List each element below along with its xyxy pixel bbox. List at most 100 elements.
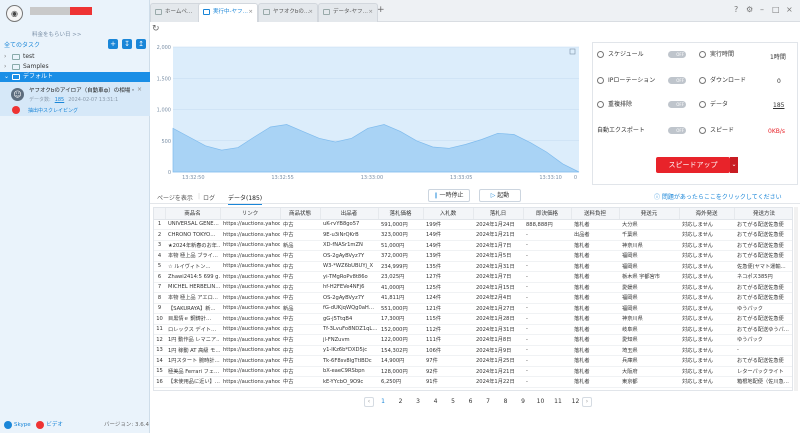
- table-row[interactable]: 9 【SAKURAYA】新… https://auctions.yahoo… 新品 fG…: [154, 303, 792, 314]
- close-window-icon[interactable]: ×: [786, 5, 793, 14]
- table-row[interactable]: 2 CHRONO TOKYO… https://auctions.yahoo… 中古 9…: [154, 229, 792, 241]
- table-row[interactable]: 7 MICHEL HERBELIN… https://auctions.yahoo……: [154, 282, 792, 293]
- download-row: ダウンロード: [699, 68, 746, 94]
- column-header[interactable]: 落札価格: [378, 208, 424, 220]
- refresh-icon[interactable]: ↻: [152, 24, 160, 34]
- column-header[interactable]: 発送元: [619, 208, 680, 220]
- all-tasks-label[interactable]: 全てのタスク: [4, 40, 40, 49]
- table-cell: 中古: [280, 313, 320, 325]
- skype-link[interactable]: Skype: [14, 422, 31, 428]
- table-cell: 中古: [280, 334, 320, 346]
- table-cell: 対応しません: [679, 219, 734, 230]
- table-row[interactable]: 8 本物 極上品 アエロ… https://auctions.yahoo… 中古 OS-…: [154, 292, 792, 304]
- video-link[interactable]: ビデオ: [46, 422, 63, 428]
- page-number[interactable]: 4: [431, 398, 441, 405]
- page-number[interactable]: 2: [396, 398, 406, 405]
- help-icon[interactable]: ?: [734, 5, 738, 14]
- ip-rotation-toggle[interactable]: OFF: [668, 77, 686, 84]
- help-link[interactable]: ⓘ 問題があったらここをクリックしてください: [654, 192, 782, 201]
- table-row[interactable]: 4 本物 極上品 ブライ… https://auctions.yahoo… 中古 OS-…: [154, 250, 792, 262]
- table-row[interactable]: 10 目黒情ｅ 鋼鋳計… https://auctions.yahoo… 中古 gG-j…: [154, 313, 792, 325]
- dedup-toggle[interactable]: OFF: [668, 101, 686, 108]
- table-row[interactable]: 11 ロレックス デイト… https://auctions.yahoo… 中古 Tf-…: [154, 324, 792, 335]
- import-icon[interactable]: ↧: [122, 39, 132, 49]
- pause-button[interactable]: ∥ 一時停止: [428, 189, 470, 202]
- page-number[interactable]: 5: [448, 398, 458, 405]
- table-cell: https://auctions.yahoo…: [220, 324, 280, 335]
- column-header[interactable]: 即決価格: [523, 208, 572, 220]
- close-icon[interactable]: ×: [248, 4, 253, 21]
- column-header[interactable]: 送料負担: [571, 208, 620, 220]
- column-header[interactable]: 落札日: [473, 208, 524, 220]
- page-number[interactable]: 1: [378, 398, 388, 405]
- robot-icon: ☺: [11, 88, 24, 101]
- page-number[interactable]: 8: [501, 398, 511, 405]
- close-icon[interactable]: ×: [368, 4, 373, 21]
- table-cell: 9E-u3iNrQKrB: [320, 229, 378, 241]
- table-cell: 対応しません: [679, 292, 734, 304]
- page-number[interactable]: 9: [518, 398, 528, 405]
- page-number[interactable]: 12: [571, 398, 581, 405]
- chevron-down-icon[interactable]: ⌄: [730, 157, 738, 173]
- close-icon[interactable]: ×: [137, 86, 142, 93]
- page-number[interactable]: 11: [553, 398, 563, 405]
- table-cell: 41,000円: [378, 282, 423, 293]
- table-cell: y1-lKz6b*DXD5jc: [320, 345, 378, 356]
- table-row[interactable]: 6 Zhawi2414:5 699 g… https://auctions.yaho…: [154, 271, 792, 283]
- table-row[interactable]: 5 ☆ ルイヴィトン… https://auctions.yahoo… 中古 W3-*W…: [154, 261, 792, 272]
- tab-running[interactable]: 実行中-ヤフ… ×: [198, 3, 258, 22]
- data-value[interactable]: 185: [773, 102, 784, 109]
- speed-up-button[interactable]: スピードアップ: [656, 157, 730, 173]
- table-cell: https://auctions.yahoo…: [220, 240, 280, 251]
- minimize-icon[interactable]: –: [760, 5, 764, 14]
- task-data-count[interactable]: 185: [55, 97, 65, 103]
- page-number[interactable]: 10: [536, 398, 546, 405]
- table-row[interactable]: 1 UNIVERSAL GENE… https://auctions.yahoo… 中…: [154, 219, 792, 230]
- table-row[interactable]: 15 極美品 Ferrari フェ… https://auctions.yahoo……: [154, 366, 792, 377]
- table-row[interactable]: 12 1円 動作品 レマニア… https://auctions.yahoo… 中古 j…: [154, 334, 792, 346]
- column-header[interactable]: 出品者: [320, 208, 379, 220]
- speedometer-icon: [699, 127, 706, 134]
- page-number[interactable]: 7: [483, 398, 493, 405]
- table-cell: https://auctions.yahoo…: [220, 282, 280, 293]
- upgrade-link[interactable]: 料金をもらい日 >>: [32, 30, 81, 38]
- table-cell: OS-2gAyBVyz7Y: [320, 292, 378, 304]
- close-icon[interactable]: ×: [308, 4, 313, 21]
- table-row[interactable]: 16 【未使用品に近い】… https://auctions.yahoo… 中古 kE-…: [154, 376, 792, 388]
- column-header[interactable]: 商品名: [165, 208, 221, 220]
- column-header[interactable]: リンク: [220, 208, 281, 220]
- table-row[interactable]: 3 ★2024年新春のお年… https://auctions.yahoo… 新品 XD…: [154, 240, 792, 251]
- column-header[interactable]: 発送方法: [734, 208, 792, 220]
- export-icon[interactable]: ↥: [136, 39, 146, 49]
- tree-item-samples[interactable]: › Samples: [0, 62, 150, 72]
- task-title[interactable]: ヤフオクbのアイロア（自動車ф）の相場・…: [29, 86, 134, 94]
- table-row[interactable]: 14 1円スタート 腕時計… https://auctions.yahoo… 中古 Tk…: [154, 355, 792, 367]
- start-button[interactable]: ▷ 起動: [479, 189, 521, 202]
- vertical-scrollbar[interactable]: [794, 207, 798, 391]
- auto-export-toggle[interactable]: OFF: [668, 127, 686, 134]
- page-number[interactable]: 3: [413, 398, 423, 405]
- data-tab[interactable]: データ(185): [228, 193, 263, 205]
- prev-page-button[interactable]: ‹: [364, 397, 374, 407]
- table-row[interactable]: 13 1円 稼動 AT 高級 モ… https://auctions.yahoo… 中…: [154, 345, 792, 356]
- tree-item-test[interactable]: › test: [0, 52, 150, 62]
- schedule-toggle[interactable]: OFF: [668, 51, 686, 58]
- table-cell: 2024年1月7日: [473, 240, 523, 251]
- show-page-tab[interactable]: ページを表示: [157, 193, 193, 202]
- tree-item-default[interactable]: ⌄ デフォルト: [0, 72, 150, 82]
- column-header[interactable]: 海外発送: [679, 208, 735, 220]
- page-number[interactable]: 6: [466, 398, 476, 405]
- table-cell: 323,000円: [378, 229, 423, 241]
- new-task-icon[interactable]: +: [108, 39, 118, 49]
- settings-icon[interactable]: ⚙: [746, 5, 753, 14]
- log-tab[interactable]: ログ: [203, 193, 215, 202]
- tab-data[interactable]: データ-ヤフ… ×: [318, 3, 378, 22]
- tab-task[interactable]: ヤフオクbの… ×: [258, 3, 318, 22]
- column-header[interactable]: 商品状態: [280, 208, 321, 220]
- column-header[interactable]: [154, 208, 166, 220]
- maximize-icon[interactable]: □: [772, 5, 780, 14]
- table-cell: 福岡県: [619, 292, 679, 304]
- next-page-button[interactable]: ›: [582, 397, 592, 407]
- column-header[interactable]: 入札数: [423, 208, 474, 220]
- new-tab-button[interactable]: +: [377, 5, 385, 15]
